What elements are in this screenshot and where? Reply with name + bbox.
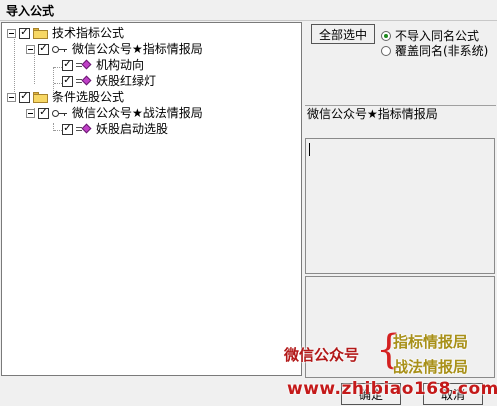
radio-label: 覆盖同名(非系统): [395, 44, 489, 58]
tree-item-label: 技术指标公式: [52, 26, 125, 40]
tree-item-label: 微信公众号★指标情报局: [72, 42, 203, 56]
text-caret: [309, 143, 310, 156]
tree-item-label: 条件选股公式: [52, 90, 125, 104]
watermark-url: www.zhibiao168.com: [287, 379, 497, 399]
tree-line: [54, 83, 62, 84]
title-bar: 导入公式: [0, 0, 497, 21]
tree-checkbox[interactable]: ✓: [62, 123, 73, 135]
collapse-toggle[interactable]: [26, 108, 35, 118]
folder-icon: [33, 27, 48, 39]
tree-checkbox[interactable]: ✓: [62, 59, 73, 71]
folder-icon: [33, 91, 48, 103]
selected-item-title: 微信公众号★指标情报局: [307, 107, 438, 121]
radio-overwrite-duplicates[interactable]: 覆盖同名(非系统): [381, 42, 488, 59]
watermark-wechat: 微信公众号: [284, 346, 360, 364]
key-icon: [52, 108, 68, 119]
tree-checkbox[interactable]: ✓: [38, 43, 49, 55]
formula-tree[interactable]: ✓ 技术指标公式 ✓ 微信公众号★指标情报局 ✓ 机构动向 ✓ 妖股红绿灯 ✓ …: [1, 22, 302, 376]
tree-item-formula[interactable]: ✓ 机构动向: [62, 57, 144, 73]
description-textbox[interactable]: [305, 138, 495, 274]
tree-checkbox[interactable]: ✓: [19, 27, 30, 39]
formula-icon: [76, 123, 92, 135]
collapse-toggle[interactable]: [7, 28, 16, 38]
formula-icon: [76, 59, 92, 71]
tree-item-folder-tech[interactable]: ✓ 技术指标公式: [7, 25, 124, 41]
collapse-toggle[interactable]: [26, 44, 35, 54]
formula-icon: [76, 75, 92, 87]
tree-item-label: 妖股启动选股: [96, 122, 169, 136]
tree-line: [54, 130, 62, 131]
watermark-indicator-bureau: 指标情报局: [393, 333, 469, 351]
tree-item-label: 机构动向: [96, 58, 145, 72]
collapse-toggle[interactable]: [7, 92, 16, 102]
key-icon: [52, 44, 68, 55]
tree-item-group-indicator[interactable]: ✓ 微信公众号★指标情报局: [26, 41, 203, 57]
tree-item-formula[interactable]: ✓ 妖股启动选股: [62, 121, 168, 137]
tree-item-group-tactics[interactable]: ✓ 微信公众号★战法情报局: [26, 105, 203, 121]
select-all-button[interactable]: 全部选中: [311, 24, 375, 44]
tree-item-folder-screening[interactable]: ✓ 条件选股公式: [7, 89, 124, 105]
tree-line: [54, 67, 62, 68]
window-title: 导入公式: [6, 4, 55, 18]
radio-button[interactable]: [381, 30, 391, 41]
tree-checkbox[interactable]: ✓: [19, 91, 30, 103]
tree-item-label: 微信公众号★战法情报局: [72, 106, 203, 120]
tree-checkbox[interactable]: ✓: [38, 107, 49, 119]
tree-item-formula[interactable]: ✓ 妖股红绿灯: [62, 73, 156, 89]
radio-button[interactable]: [381, 45, 391, 56]
tree-item-label: 妖股红绿灯: [96, 74, 157, 88]
tree-checkbox[interactable]: ✓: [62, 75, 73, 87]
watermark-tactics-bureau: 战法情报局: [393, 358, 469, 376]
